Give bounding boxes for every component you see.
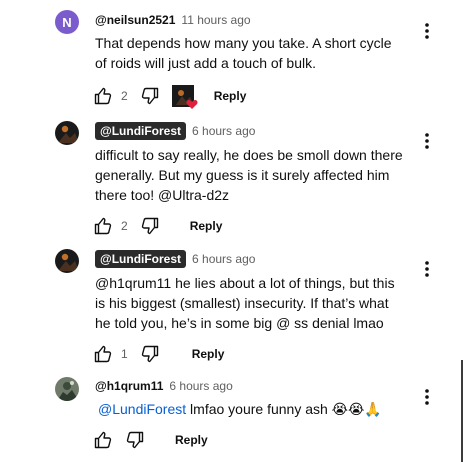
comment-time[interactable]: 11 hours ago [181, 13, 250, 27]
comment-text-line: generally. But my guess is it surely aff… [95, 167, 390, 183]
comment-text-line: lmfao youre funny ash 😭😭🙏 [190, 401, 382, 417]
like-icon[interactable] [93, 430, 113, 450]
comment-text-line: there too! @Ultra-d2z [95, 187, 230, 203]
avatar[interactable]: N [55, 10, 79, 34]
dislike-icon[interactable] [125, 430, 145, 450]
comment-time[interactable]: 6 hours ago [169, 379, 232, 393]
heart-icon [186, 100, 198, 109]
avatar-letter: N [62, 14, 72, 30]
comment-actions: 2 Reply [93, 215, 222, 237]
reply-button[interactable]: Reply [190, 219, 223, 233]
comment-author[interactable]: @neilsun2521 [95, 13, 175, 27]
comment-time[interactable]: 6 hours ago [192, 252, 255, 266]
like-count: 2 [121, 219, 128, 233]
comment-actions: 2 Reply [93, 85, 247, 109]
comment-time[interactable]: 6 hours ago [192, 124, 255, 138]
reply-button[interactable]: Reply [175, 433, 208, 447]
comment-text: @h1qrum11 he lies about a lot of things,… [95, 273, 415, 333]
avatar[interactable] [55, 121, 79, 145]
comment-author[interactable]: @LundiForest [95, 122, 187, 140]
comment-header: @h1qrum11 6 hours ago [95, 376, 233, 396]
comment-text-line: That depends how many you take. A short … [95, 35, 392, 51]
more-vert-icon[interactable] [417, 259, 437, 279]
more-vert-icon[interactable] [417, 21, 437, 41]
dislike-icon[interactable] [140, 216, 160, 236]
more-vert-icon[interactable] [417, 387, 437, 407]
more-vert-icon[interactable] [417, 131, 437, 151]
comment-text-line: of roids will just add a touch of bulk. [95, 55, 317, 71]
comment-text: That depends how many you take. A short … [95, 33, 415, 73]
like-count: 1 [121, 347, 128, 361]
avatar[interactable] [55, 377, 79, 401]
reply-button[interactable]: Reply [192, 347, 225, 361]
mention-link[interactable]: @LundiForest [98, 401, 186, 417]
comment-header: @LundiForest 6 hours ago [95, 249, 255, 269]
comment-text-line: he told you, he’s in some big @ ss denia… [95, 315, 384, 331]
comment-text-line: difficult to say really, he does be smol… [95, 147, 403, 163]
comment-actions: Reply [93, 429, 208, 451]
dislike-icon[interactable] [140, 86, 160, 106]
comment-text-line: is his biggest (smallest) insecurity. If… [95, 295, 389, 311]
like-icon[interactable] [93, 216, 113, 236]
reply-button[interactable]: Reply [214, 89, 247, 103]
like-icon[interactable] [93, 344, 113, 364]
comment-text: @LundiForest lmfao youre funny ash 😭😭🙏 [98, 399, 418, 419]
comment-text-line: @h1qrum11 he lies about a lot of things,… [95, 275, 395, 291]
like-icon[interactable] [93, 86, 113, 106]
like-count: 2 [121, 89, 128, 103]
comment-author[interactable]: @LundiForest [95, 250, 187, 268]
comment-text: difficult to say really, he does be smol… [95, 145, 415, 205]
dislike-icon[interactable] [140, 344, 160, 364]
comment-actions: 1 Reply [93, 343, 224, 365]
comment-author[interactable]: @h1qrum11 [95, 379, 163, 393]
avatar[interactable] [55, 249, 79, 273]
creator-heart-badge [171, 85, 198, 109]
comment-header: @neilsun2521 11 hours ago [95, 10, 251, 30]
comment-header: @LundiForest 6 hours ago [95, 121, 255, 141]
